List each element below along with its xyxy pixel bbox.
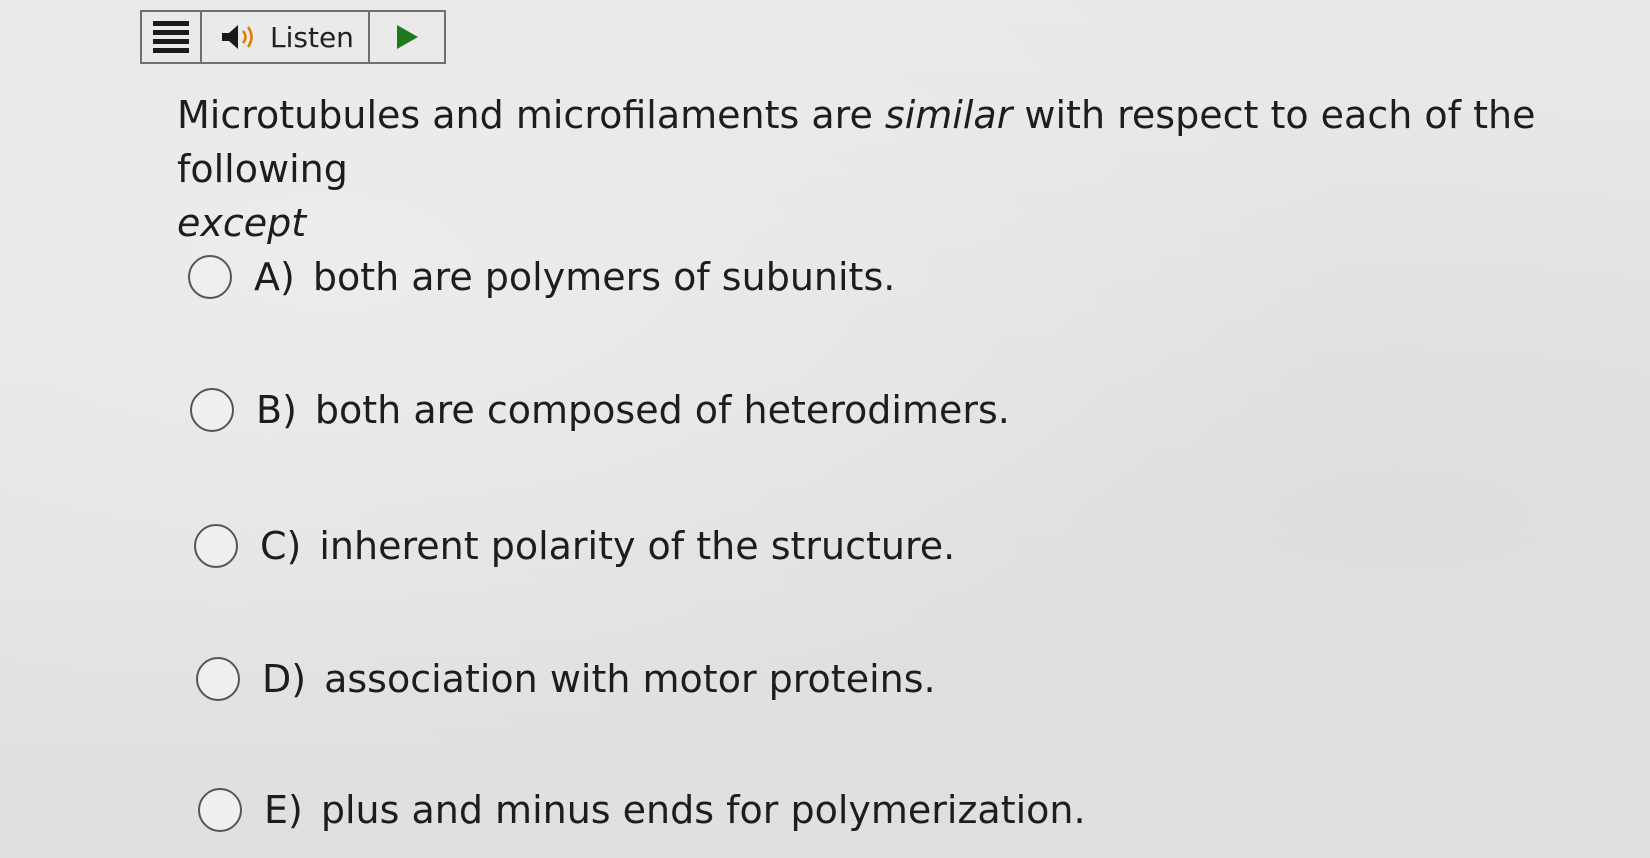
option-d[interactable]: D) association with motor proteins. <box>196 657 936 701</box>
listen-button[interactable]: Listen <box>202 12 370 62</box>
question-emphasis-except: except <box>177 201 307 245</box>
option-a-letter: A) <box>254 255 295 299</box>
radio-button-a[interactable] <box>188 255 232 299</box>
option-c[interactable]: C) inherent polarity of the structure. <box>194 524 955 568</box>
play-button[interactable] <box>370 12 444 62</box>
option-d-text: association with motor proteins. <box>324 657 936 701</box>
question-part-1: Microtubules and microfilaments are <box>177 93 885 137</box>
option-b-text: both are composed of heterodimers. <box>314 388 1010 432</box>
speaker-icon <box>220 23 258 51</box>
option-c-text: inherent polarity of the structure. <box>319 524 956 568</box>
radio-button-c[interactable] <box>194 524 238 568</box>
option-e[interactable]: E) plus and minus ends for polymerizatio… <box>198 788 1086 832</box>
option-b-letter: B) <box>256 388 297 432</box>
listen-label: Listen <box>270 20 354 54</box>
radio-button-e[interactable] <box>198 788 242 832</box>
play-icon <box>397 25 418 49</box>
radio-button-d[interactable] <box>196 657 240 701</box>
option-d-letter: D) <box>262 657 307 701</box>
option-a[interactable]: A) both are polymers of subunits. <box>188 255 895 299</box>
read-aloud-toolbar: Listen <box>140 10 446 64</box>
option-a-text: both are polymers of subunits. <box>312 255 896 299</box>
option-e-text: plus and minus ends for polymerization. <box>320 788 1086 832</box>
option-b[interactable]: B) both are composed of heterodimers. <box>190 388 1010 432</box>
menu-button[interactable] <box>142 12 202 62</box>
question-emphasis-similar: similar <box>884 93 1013 137</box>
option-e-letter: E) <box>264 788 303 832</box>
hamburger-menu-icon <box>153 21 189 53</box>
option-c-letter: C) <box>260 524 302 568</box>
question-text: Microtubules and microfilaments are simi… <box>177 88 1597 250</box>
radio-button-b[interactable] <box>190 388 234 432</box>
